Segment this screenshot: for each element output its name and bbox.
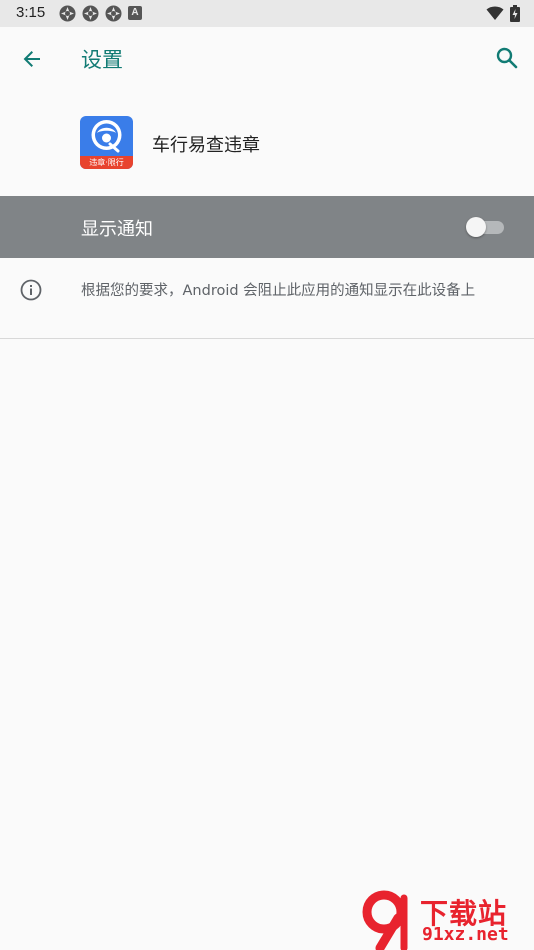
divider [0, 338, 534, 339]
status-bar: 3:15 A [0, 0, 534, 27]
search-icon [496, 47, 518, 69]
toggle-thumb [466, 217, 486, 237]
wifi-icon [486, 6, 504, 20]
info-text: 根据您的要求，Android 会阻止此应用的通知显示在此设备上 [81, 283, 476, 299]
notification-app-icon [105, 5, 122, 22]
back-button[interactable] [18, 45, 46, 73]
watermark-logo-icon [362, 890, 408, 950]
app-logo-icon [91, 120, 122, 153]
info-icon [20, 279, 42, 301]
show-notifications-label: 显示通知 [81, 219, 153, 240]
status-time: 3:15 [16, 4, 46, 21]
page-title: 设置 [81, 48, 123, 72]
notification-app-icon [82, 5, 99, 22]
toolbar: 设置 [0, 27, 534, 89]
arrow-left-icon [23, 51, 40, 67]
a-badge-icon: A [128, 6, 142, 20]
status-system-icons [486, 5, 520, 22]
search-button[interactable] [493, 44, 521, 72]
app-header: 违章·限行 车行易查违章 [0, 89, 534, 196]
app-icon-caption: 违章·限行 [80, 156, 133, 169]
app-name: 车行易查违章 [152, 135, 260, 156]
info-row: 根据您的要求，Android 会阻止此应用的通知显示在此设备上 [0, 258, 534, 338]
notification-app-icon [59, 5, 76, 22]
show-notifications-row[interactable]: 显示通知 [0, 196, 534, 258]
watermark-site: 91xz.net [422, 924, 509, 945]
app-icon: 违章·限行 [80, 116, 133, 169]
watermark: 下载站 91xz.net [358, 890, 534, 950]
status-notification-icons: A [59, 5, 142, 22]
battery-icon [510, 5, 520, 22]
show-notifications-toggle[interactable] [466, 217, 506, 237]
